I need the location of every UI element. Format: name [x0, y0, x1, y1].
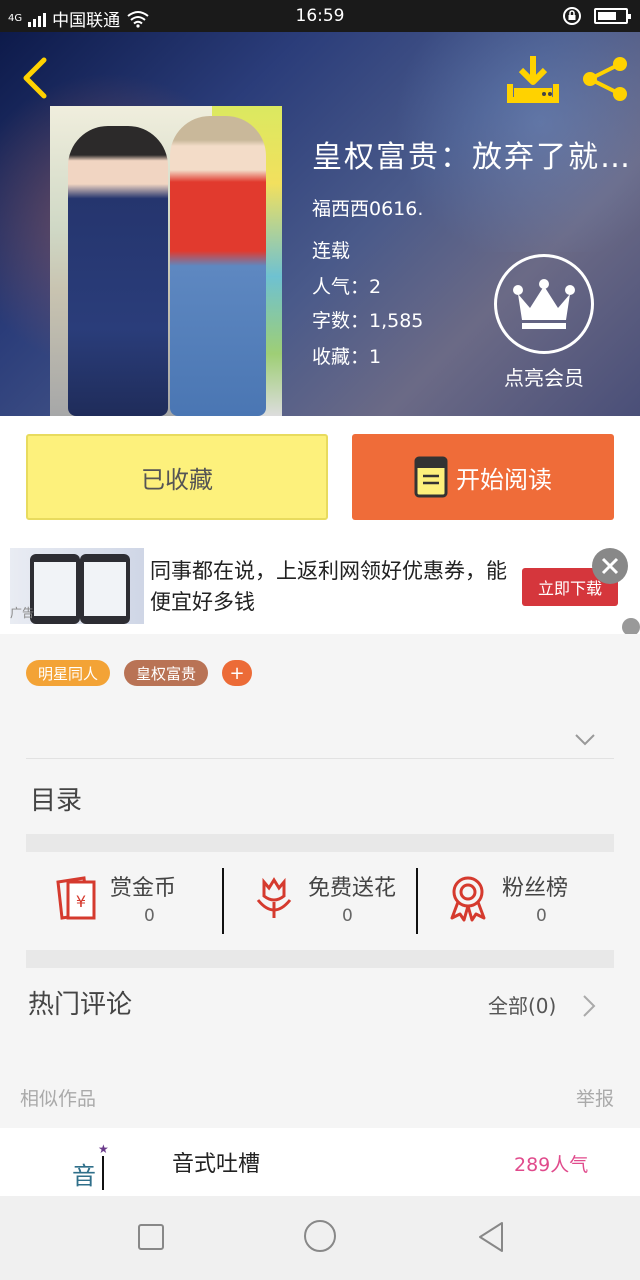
all-comments-link[interactable]: 全部(0): [488, 990, 556, 1019]
book-icon: [414, 456, 448, 498]
stats-row: ¥ 赏金币 0 免费送花 0 粉丝榜 0: [26, 852, 614, 950]
red-envelope-icon: ¥: [56, 876, 96, 920]
similar-work-item[interactable]: 音 ★ 音式吐槽 289人气: [0, 1128, 640, 1196]
reward-coins-label: 赏金币: [110, 876, 177, 901]
reward-coins-count: 0: [144, 906, 155, 926]
divider: [26, 758, 614, 759]
send-flower-label: 免费送花: [308, 876, 397, 901]
report-link[interactable]: 举报: [576, 1084, 614, 1111]
chevron-right-icon[interactable]: [580, 994, 598, 1018]
book-cover[interactable]: [50, 106, 282, 416]
book-popularity: 人气：2: [312, 276, 382, 298]
medal-icon: [450, 876, 486, 922]
fan-ranking-label: 粉丝榜: [502, 876, 569, 901]
similar-work-cover-text: 音: [72, 1162, 96, 1190]
recent-apps-button[interactable]: [138, 1224, 164, 1250]
system-nav-bar: [0, 1196, 640, 1280]
tag-item[interactable]: 皇权富贵: [124, 660, 209, 686]
ad-phone-graphic: [30, 554, 80, 624]
book-favorites: 收藏：1: [312, 346, 382, 368]
fan-ranking-item[interactable]: 粉丝榜 0: [418, 852, 614, 950]
similar-work-popularity: 289人气: [514, 1154, 589, 1176]
vip-ring: [494, 254, 594, 354]
reward-coins-item[interactable]: ¥ 赏金币 0: [26, 852, 222, 950]
similar-work-cover: 音 ★: [72, 1142, 112, 1192]
send-flower-count: 0: [342, 906, 353, 926]
collect-label: 已收藏: [141, 465, 213, 494]
book-word-count: 字数：1,585: [312, 310, 424, 332]
status-bar: 4G 中国联通 16:59: [0, 0, 640, 32]
vip-button[interactable]: 点亮会员: [492, 254, 596, 394]
share-icon[interactable]: [580, 54, 630, 104]
hot-comments-title: 热门评论: [28, 990, 133, 1020]
cursor-line: [102, 1156, 104, 1190]
section-separator: [26, 834, 614, 852]
ad-tag: 广告: [10, 606, 35, 620]
battery-icon: [594, 8, 631, 24]
status-right: [562, 6, 631, 26]
download-icon[interactable]: [506, 54, 560, 104]
svg-text:¥: ¥: [76, 892, 86, 911]
fan-ranking-count: 0: [536, 906, 547, 926]
add-tag-button[interactable]: +: [222, 660, 252, 686]
lock-rotation-icon: [563, 7, 581, 25]
tags-section: 明星同人 皇权富贵 + 目录: [0, 634, 640, 834]
flower-icon: [256, 877, 292, 918]
star-icon: ★: [98, 1142, 109, 1156]
crown-icon: [513, 279, 575, 329]
ad-phone-graphic: [80, 554, 130, 624]
book-title: 皇权富贵：放弃了就…: [312, 140, 632, 175]
status-time: 16:59: [295, 6, 345, 26]
toc-link[interactable]: 目录: [30, 780, 82, 817]
back-triangle-icon[interactable]: [476, 1220, 506, 1254]
chevron-down-icon[interactable]: [574, 728, 596, 750]
ad-banner[interactable]: 广告 同事都在说，上返利网领好优惠券，能便宜好多钱 立即下载: [0, 538, 640, 636]
collect-button[interactable]: 已收藏: [26, 434, 328, 520]
close-icon: [601, 557, 619, 575]
vip-label: 点亮会员: [504, 366, 584, 390]
home-button[interactable]: [304, 1220, 336, 1252]
book-author[interactable]: 福西西0616.: [312, 194, 423, 221]
start-reading-button[interactable]: 开始阅读: [352, 434, 614, 520]
action-bar: 已收藏 开始阅读: [0, 416, 640, 538]
book-status: 连载: [312, 240, 351, 262]
book-header: 皇权富贵：放弃了就… 福西西0616. 连载 人气：2 字数：1,585 收藏：…: [0, 32, 640, 416]
cover-figure: [68, 126, 168, 416]
ad-close-button[interactable]: [592, 548, 628, 584]
section-separator: [26, 950, 614, 968]
similar-works-title: 相似作品: [20, 1088, 97, 1110]
similar-work-title: 音式吐槽: [172, 1152, 261, 1177]
send-flower-item[interactable]: 免费送花 0: [224, 852, 420, 950]
ad-text[interactable]: 同事都在说，上返利网领好优惠券，能便宜好多钱: [150, 556, 510, 618]
start-reading-label: 开始阅读: [456, 465, 552, 494]
back-icon[interactable]: [16, 54, 56, 102]
cover-figure: [170, 116, 266, 416]
tag-item[interactable]: 明星同人: [26, 660, 111, 686]
